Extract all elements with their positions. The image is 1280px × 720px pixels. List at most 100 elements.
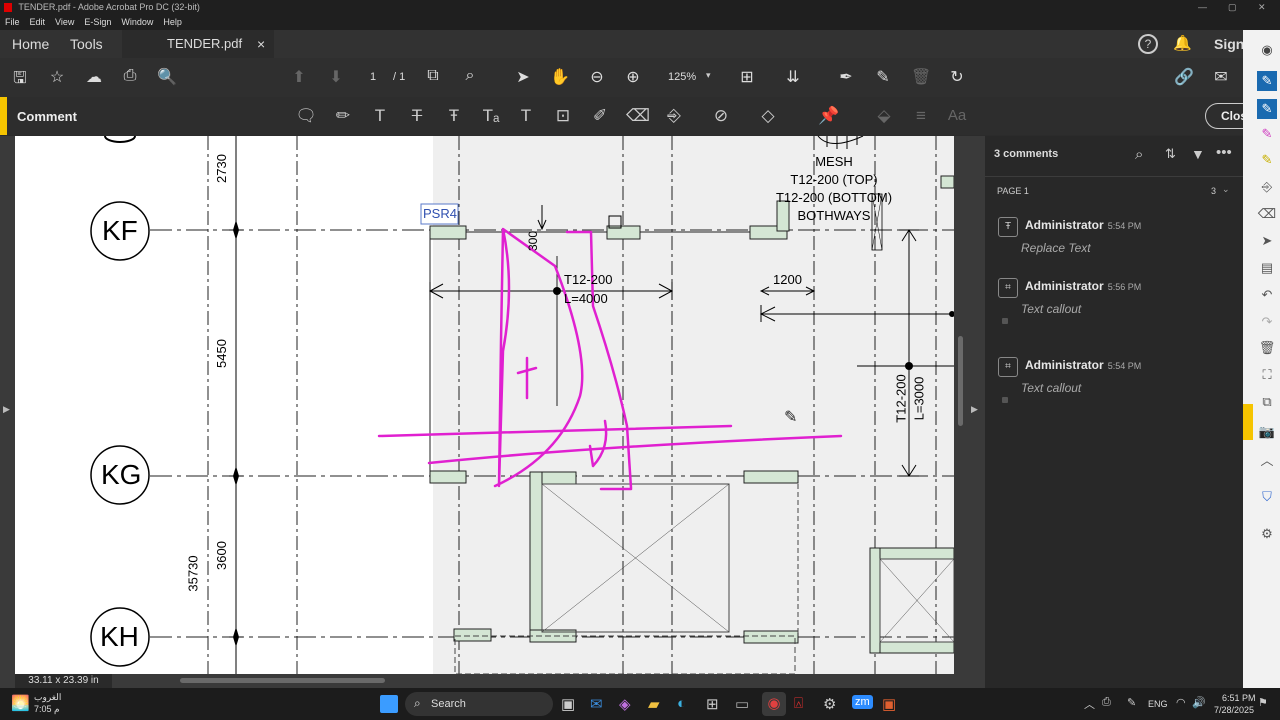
underline-text-icon[interactable]: T <box>369 105 391 127</box>
right-panel-toggle-icon[interactable]: ▶ <box>971 404 978 415</box>
language-indicator[interactable]: ENG <box>1148 699 1168 709</box>
close-window-button[interactable]: ✕ <box>1258 0 1266 15</box>
edge-icon[interactable]: ◐ <box>677 695 686 712</box>
pen-tool-icon[interactable]: ✎ <box>1257 71 1277 91</box>
email-icon[interactable]: ✉ <box>1211 67 1231 87</box>
save-icon[interactable]: 🖫 <box>10 67 30 94</box>
menu-view[interactable]: View <box>55 17 74 27</box>
file-explorer-icon[interactable]: ▰ <box>648 695 660 713</box>
menu-help[interactable]: Help <box>163 17 182 27</box>
pink-pen-icon[interactable]: ✎ <box>1257 99 1277 119</box>
menu-file[interactable]: File <box>5 17 20 27</box>
font-size-icon[interactable]: Aa <box>946 105 968 127</box>
pencil-draw-icon[interactable]: ✐ <box>589 105 611 127</box>
tray-app-icon[interactable]: ⎙ <box>1102 696 1111 709</box>
tab-tools[interactable]: Tools <box>70 30 103 58</box>
stamp-tool-icon[interactable]: ⎆ <box>1257 177 1277 197</box>
insert-text-icon[interactable]: Tₐ <box>480 105 502 127</box>
pin-icon[interactable]: 📌 <box>818 105 840 127</box>
tray-pen-icon[interactable]: ✎ <box>1127 696 1136 709</box>
windows-start-icon[interactable] <box>380 695 398 713</box>
task-view-icon[interactable]: ▣ <box>561 695 575 713</box>
collapse-up-icon[interactable]: ︿ <box>1257 451 1277 471</box>
sticky-note-icon[interactable]: 🗨 <box>295 105 317 127</box>
ipevo-app-icon[interactable]: ◉ <box>1257 40 1277 60</box>
search-comments-icon[interactable]: ⌕ <box>1135 146 1143 163</box>
attach-file-icon[interactable]: ⊘ <box>710 105 732 127</box>
zoom-level-select[interactable]: 125% <box>668 71 696 83</box>
psr4-tag[interactable]: PSR4 <box>423 206 457 221</box>
shapes-icon[interactable]: ◇ <box>757 105 779 127</box>
filter-icon[interactable]: ▼ <box>1191 146 1205 162</box>
settings-tools-icon[interactable]: ⚙ <box>1257 524 1277 544</box>
select-arrow-icon[interactable]: ➤ <box>513 67 533 87</box>
collapse-page-group-icon[interactable]: ⌄ <box>1222 184 1230 195</box>
fit-page-icon[interactable]: ⧉ <box>423 67 443 85</box>
chevron-down-icon[interactable]: ▾ <box>706 70 711 81</box>
fill-color-icon[interactable]: ⬙ <box>873 105 895 127</box>
page-display-icon[interactable]: ⊞ <box>737 67 757 87</box>
maximize-button[interactable]: ▢ <box>1228 0 1237 15</box>
redo-strip-icon[interactable]: ↷ <box>1257 312 1277 332</box>
crop-icon[interactable]: ⧉ <box>1257 392 1277 412</box>
menu-window[interactable]: Window <box>121 17 153 27</box>
wifi-icon[interactable]: ◠ <box>1176 696 1186 709</box>
more-options-icon[interactable]: ••• <box>1216 144 1232 161</box>
menu-edit[interactable]: Edit <box>30 17 46 27</box>
acrobat-icon[interactable]: ⍓ <box>794 695 803 712</box>
print-icon[interactable]: ⎙ <box>120 67 140 85</box>
screenshot-icon[interactable]: ⛶ <box>1257 365 1277 385</box>
magenta-pen-icon[interactable]: ✎ <box>1257 124 1277 144</box>
taskbar-search[interactable]: ⌕ Search <box>405 692 553 716</box>
zoom-app-icon[interactable]: zm <box>852 695 873 709</box>
help-icon[interactable]: ? <box>1138 34 1158 54</box>
chrome-icon[interactable]: ◉ <box>762 692 786 716</box>
notification-icon[interactable]: ⚑ <box>1258 696 1268 709</box>
vertical-scrollbar[interactable] <box>958 336 963 426</box>
fill-sign-icon[interactable]: ✒ <box>836 67 856 87</box>
hand-tool-icon[interactable]: ✋ <box>550 67 570 87</box>
clock-date[interactable]: 7/28/2025 <box>1214 705 1254 715</box>
pdf-page[interactable]: ✎ KF KG KH 2730 5450 3600 35730 PSR4 MES… <box>15 136 954 674</box>
page-up-icon[interactable]: ⬆ <box>289 67 309 87</box>
link-icon[interactable]: 🔗 <box>1174 67 1194 87</box>
bookmark-star-icon[interactable]: ☆ <box>47 67 67 87</box>
redo-icon[interactable]: ↻ <box>947 67 967 87</box>
add-text-icon[interactable]: T <box>515 105 537 127</box>
replace-text-icon[interactable]: Ŧ <box>443 105 465 127</box>
page-down-icon[interactable]: ⬇ <box>326 67 346 87</box>
highlighter-icon[interactable]: ✎ <box>1257 150 1277 170</box>
zoom-in-icon[interactable]: ⊕ <box>623 67 643 87</box>
delete-icon[interactable]: 🗑 <box>911 67 931 87</box>
remote-desktop-icon[interactable]: ▭ <box>735 695 749 713</box>
stamp-icon[interactable]: ⎆ <box>663 105 685 127</box>
clock-time[interactable]: 6:51 PM <box>1222 693 1256 703</box>
tab-document[interactable]: TENDER.pdf × <box>122 30 274 58</box>
upload-cloud-icon[interactable]: ☁ <box>84 67 104 87</box>
line-weight-icon[interactable]: ≡ <box>910 105 932 127</box>
trash-icon[interactable]: 🗑 <box>1257 338 1277 358</box>
menu-esign[interactable]: E-Sign <box>84 17 111 27</box>
shield-icon[interactable]: ⛉ <box>1257 487 1277 507</box>
cursor-tool-icon[interactable]: ➤ <box>1257 231 1277 251</box>
zoom-out-icon[interactable]: ⊖ <box>587 67 607 87</box>
horizontal-scrollbar[interactable] <box>180 678 385 683</box>
tab-close-icon[interactable]: × <box>257 30 265 58</box>
text-box-icon[interactable]: ⊡ <box>552 105 574 127</box>
powerpoint-icon[interactable]: ▣ <box>882 695 896 713</box>
board-icon[interactable]: ▤ <box>1257 258 1277 278</box>
highlight-icon[interactable]: ✏ <box>332 105 354 127</box>
sort-comments-icon[interactable]: ⇅ <box>1165 146 1176 162</box>
minimize-button[interactable]: — <box>1198 0 1207 15</box>
weather-icon[interactable]: 🌅 <box>11 694 30 712</box>
copilot-icon[interactable]: ◈ <box>619 695 631 713</box>
store-icon[interactable]: ⊞ <box>706 695 719 713</box>
camera-icon[interactable]: 📷 <box>1257 422 1277 442</box>
edit-pdf-icon[interactable]: ✎ <box>873 67 893 87</box>
strikethrough-icon[interactable]: T <box>406 105 428 127</box>
bell-icon[interactable]: 🔔 <box>1173 34 1192 52</box>
eraser-icon[interactable]: ⌫ <box>626 105 650 127</box>
tray-chevron-icon[interactable]: ︿ <box>1084 696 1095 712</box>
page-number-input[interactable]: 1 <box>370 71 376 83</box>
volume-icon[interactable]: 🔊 <box>1192 696 1206 709</box>
